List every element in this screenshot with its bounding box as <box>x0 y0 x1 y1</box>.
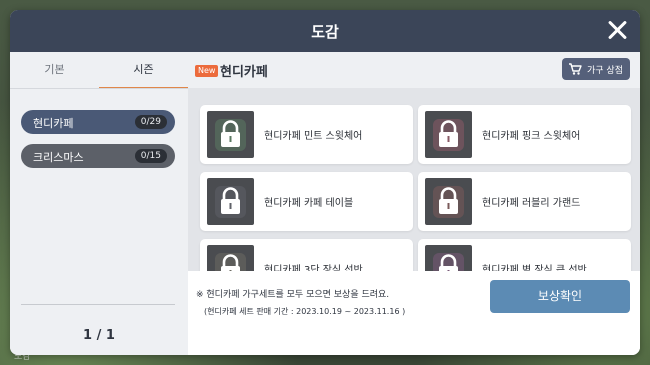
item-thumbnail <box>207 111 254 158</box>
category-label: 현디카페 <box>33 117 74 130</box>
item-name: 현디카페 민트 스윗체어 <box>264 131 363 142</box>
close-icon[interactable] <box>606 19 628 41</box>
item-thumbnail <box>207 178 254 225</box>
new-badge: New <box>195 65 219 77</box>
footer-bar: ※ 현디카페 가구세트를 모두 모으면 보상을 드려요. (현디카페 세트 판매… <box>188 271 640 355</box>
dialog-title: 도감 <box>311 23 339 41</box>
item-card[interactable]: 현디카페 카페 테이블 <box>200 172 413 231</box>
item-thumbnail <box>425 178 472 225</box>
item-name: 현디카페 러블리 가랜드 <box>482 198 581 209</box>
item-name: 현디카페 핑크 스윗체어 <box>482 131 581 142</box>
cart-icon <box>569 63 582 75</box>
shop-button-label: 가구 상점 <box>587 66 623 76</box>
section-title: 현디카페 <box>220 65 268 80</box>
reward-check-button[interactable]: 보상확인 <box>490 280 630 313</box>
tab-divider <box>10 88 188 89</box>
dialog-titlebar: 도감 <box>10 10 640 52</box>
sidebar: 기본 시즌 현디카페 0/29 크리스마스 0/15 1 / 1 <box>10 52 188 355</box>
item-name: 현디카페 카페 테이블 <box>264 198 354 209</box>
item-card[interactable]: 현디카페 러블리 가랜드 <box>418 172 631 231</box>
tab-season[interactable]: 시즌 <box>99 52 188 89</box>
item-thumbnail <box>425 111 472 158</box>
collection-dialog: 도감 기본 시즌 현디카페 0/29 크리스마스 0/15 1 / 1 New … <box>10 10 640 355</box>
page-indicator: 1 / 1 <box>83 328 115 343</box>
item-card[interactable]: 현디카페 핑크 스윗체어 <box>418 105 631 164</box>
category-count-badge: 0/15 <box>134 149 167 163</box>
set-reward-note: ※ 현디카페 가구세트를 모두 모으면 보상을 드려요. <box>196 290 390 300</box>
category-item-hyundi-cafe[interactable]: 현디카페 0/29 <box>21 110 175 134</box>
category-item-christmas[interactable]: 크리스마스 0/15 <box>21 144 175 168</box>
furniture-shop-button[interactable]: 가구 상점 <box>562 58 630 80</box>
tab-basic[interactable]: 기본 <box>10 52 99 87</box>
sidebar-divider <box>21 304 175 305</box>
item-card[interactable]: 현디카페 민트 스윗체어 <box>200 105 413 164</box>
category-label: 크리스마스 <box>33 151 84 164</box>
panel-header: New 현디카페 가구 상점 <box>188 52 640 88</box>
tab-bar: 기본 시즌 <box>10 52 188 89</box>
sale-period-note: (현디카페 세트 판매 기간 : 2023.10.19 ~ 2023.11.16… <box>204 307 406 316</box>
category-count-badge: 0/29 <box>134 115 167 129</box>
